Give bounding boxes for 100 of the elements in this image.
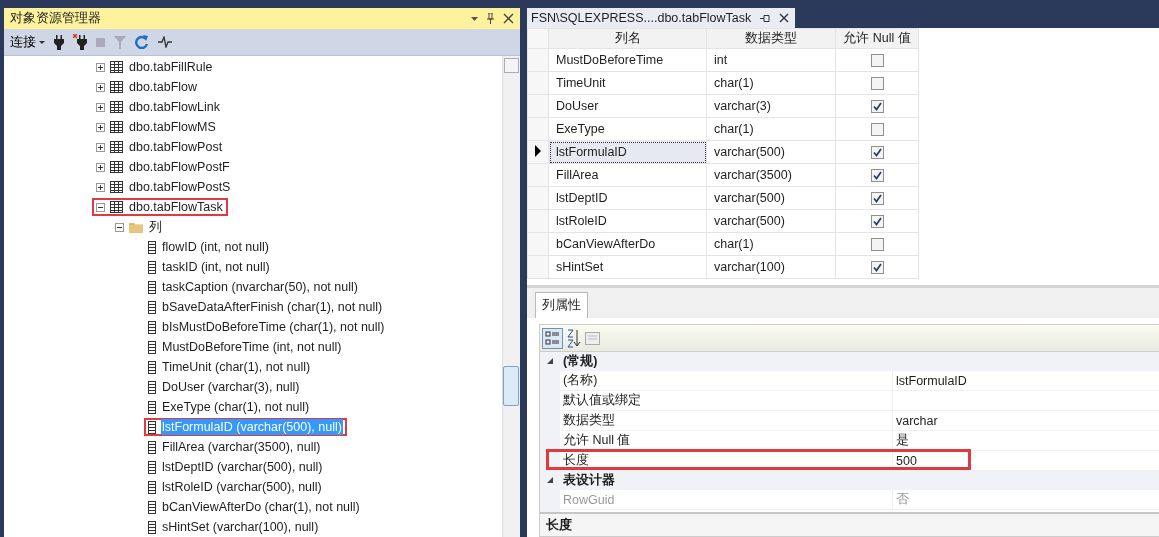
table-icon (110, 61, 123, 73)
type-cell[interactable]: varchar(500) (706, 186, 836, 210)
name-cell[interactable]: ExeType (548, 117, 707, 141)
type-cell[interactable]: int (706, 48, 836, 72)
name-cell[interactable]: lstRoleID (548, 209, 707, 233)
checkbox[interactable] (870, 169, 884, 183)
tree-item[interactable]: FillArea (varchar(3500), null) (144, 438, 326, 456)
name-cell[interactable]: MustDoBeforeTime (548, 48, 707, 72)
tree-item[interactable]: dbo.tabFlowPostS (92, 178, 236, 196)
pin-icon[interactable] (760, 13, 771, 23)
property-name: 默认值或绑定 (562, 392, 642, 409)
checkbox[interactable] (870, 123, 884, 137)
collapse-icon[interactable] (115, 222, 124, 232)
type-cell[interactable]: varchar(500) (706, 209, 836, 233)
checkbox[interactable] (870, 54, 884, 68)
expand-icon[interactable] (96, 122, 105, 132)
document-tab[interactable]: FSN\SQLEXPRESS....dbo.tabFlowTask (527, 8, 796, 28)
categorized-icon[interactable] (542, 327, 563, 349)
sort-icon[interactable] (567, 328, 581, 348)
pin-icon[interactable] (486, 13, 495, 24)
refresh-icon[interactable] (135, 35, 149, 49)
name-cell[interactable]: FillArea (548, 163, 707, 187)
connect-button[interactable]: 连接 (10, 33, 45, 51)
folder-icon (129, 221, 143, 233)
table-icon (110, 181, 123, 193)
expand-icon[interactable] (96, 162, 105, 172)
tree-item[interactable]: 列 (111, 218, 167, 236)
checkbox[interactable] (870, 261, 884, 275)
row-header[interactable] (527, 140, 549, 164)
expand-icon[interactable] (96, 102, 105, 112)
column-icon (148, 300, 156, 314)
column-header[interactable]: 数据类型 (706, 28, 836, 49)
name-cell[interactable]: sHintSet (548, 255, 707, 279)
property-name: 数据类型 (562, 412, 616, 429)
name-cell[interactable]: TimeUnit (548, 71, 707, 95)
tree-item[interactable]: bSaveDataAfterFinish (char(1), not null) (144, 298, 388, 316)
tree-item[interactable]: sHintSet (varchar(100), null) (144, 518, 324, 536)
name-cell[interactable]: DoUser (548, 94, 707, 118)
tree-item[interactable]: taskCaption (nvarchar(50), not null) (144, 278, 363, 296)
tree-item[interactable]: dbo.tabFlowMS (92, 118, 221, 136)
collapse-icon[interactable] (96, 202, 105, 212)
name-cell[interactable]: lstFormulaID (548, 140, 707, 164)
column-icon (148, 500, 156, 514)
column-icon (148, 520, 156, 534)
tree-item[interactable]: dbo.tabFlowPostF (92, 158, 235, 176)
checkbox[interactable] (870, 77, 884, 91)
disconnect-icon[interactable] (73, 34, 87, 50)
activity-icon[interactable] (158, 36, 172, 48)
tree-item[interactable]: taskID (int, not null) (144, 258, 275, 276)
tree-item[interactable]: lstDeptID (varchar(500), null) (144, 458, 328, 476)
tree-item[interactable]: ExeType (char(1), not null) (144, 398, 315, 416)
table-icon (110, 81, 123, 93)
property-value[interactable]: lstFormulaID (896, 373, 967, 388)
column-icon (148, 480, 156, 494)
tree-item[interactable]: bIsMustDoBeforeTime (char(1), not null) (144, 318, 390, 336)
column-icon (148, 340, 156, 354)
expand-icon[interactable] (96, 62, 105, 72)
type-cell[interactable]: char(1) (706, 232, 836, 256)
name-cell[interactable]: bCanViewAfterDo (548, 232, 707, 256)
tree-item[interactable]: dbo.tabFillRule (92, 58, 218, 76)
property-value[interactable]: 500 (896, 453, 917, 468)
type-cell[interactable]: varchar(3500) (706, 163, 836, 187)
checkbox[interactable] (870, 100, 884, 114)
type-cell[interactable]: varchar(500) (706, 140, 836, 164)
column-header[interactable]: 列名 (548, 28, 707, 49)
property-description: 长度 (540, 512, 1159, 536)
type-cell[interactable]: char(1) (706, 117, 836, 141)
column-header[interactable]: 允许 Null 值 (835, 28, 919, 49)
tree-item[interactable]: dbo.tabFlowLink (92, 98, 226, 116)
checkbox[interactable] (870, 238, 884, 252)
tree-item[interactable]: TimeUnit (char(1), not null) (144, 358, 316, 376)
tree-item[interactable]: flowID (int, not null) (144, 238, 274, 256)
tree-item[interactable]: DoUser (varchar(3), null) (144, 378, 305, 396)
tree-item[interactable]: MustDoBeforeTime (int, not null) (144, 338, 347, 356)
checkbox[interactable] (870, 146, 884, 160)
column-icon (148, 460, 156, 474)
name-cell[interactable]: lstDeptID (548, 186, 707, 210)
close-icon[interactable] (779, 13, 790, 23)
expand-icon[interactable] (96, 142, 105, 152)
tree-item[interactable]: dbo.tabFlowPost (92, 138, 228, 156)
type-cell[interactable]: char(1) (706, 71, 836, 95)
properties-tab[interactable]: 列属性 (535, 292, 588, 318)
collapse-icon[interactable] (547, 358, 553, 365)
scrollbar-thumb[interactable] (503, 366, 519, 406)
tree-item[interactable]: lstRoleID (varchar(500), null) (144, 478, 327, 496)
property-value[interactable]: 是 (896, 432, 909, 449)
dropdown-icon[interactable] (471, 14, 478, 23)
tree-item[interactable]: bCanViewAfterDo (char(1), not null) (144, 498, 365, 516)
checkbox[interactable] (870, 192, 884, 206)
checkbox[interactable] (870, 215, 884, 229)
plug-icon[interactable] (54, 34, 64, 50)
type-cell[interactable]: varchar(3) (706, 94, 836, 118)
close-icon[interactable] (503, 13, 514, 24)
collapse-icon[interactable] (547, 477, 553, 484)
tree-item[interactable]: dbo.tabFlowTask (92, 198, 228, 216)
tree-item[interactable]: dbo.tabFlow (92, 78, 203, 96)
type-cell[interactable]: varchar(100) (706, 255, 836, 279)
property-value[interactable]: varchar (896, 413, 938, 428)
expand-icon[interactable] (96, 182, 105, 192)
expand-icon[interactable] (96, 82, 105, 92)
